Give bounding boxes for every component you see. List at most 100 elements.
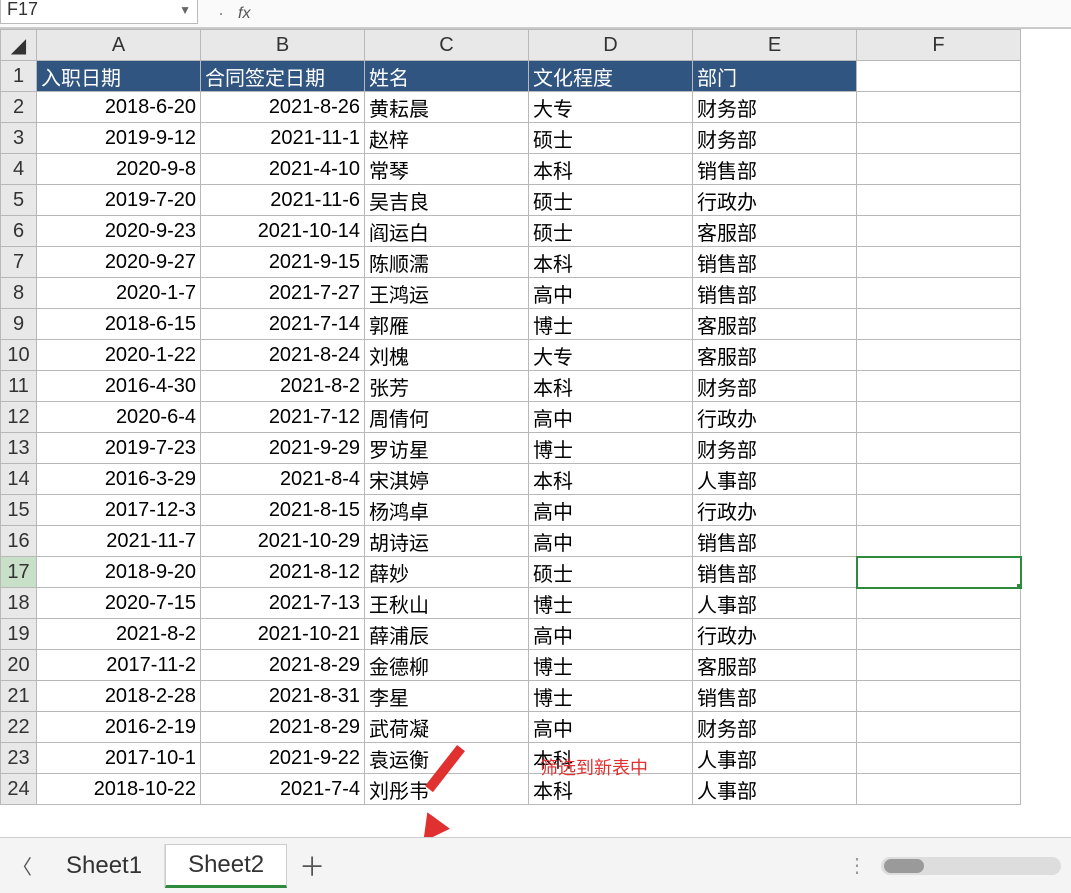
- cell[interactable]: 2021-10-14: [201, 216, 365, 247]
- header-cell[interactable]: 姓名: [365, 61, 529, 92]
- cell[interactable]: 高中: [529, 526, 693, 557]
- cell[interactable]: 2021-10-21: [201, 619, 365, 650]
- cell[interactable]: [857, 464, 1021, 495]
- cell[interactable]: [857, 154, 1021, 185]
- cell[interactable]: 博士: [529, 588, 693, 619]
- cell[interactable]: 2021-10-29: [201, 526, 365, 557]
- row-header[interactable]: 5: [1, 185, 37, 216]
- row-header[interactable]: 11: [1, 371, 37, 402]
- cell[interactable]: [857, 774, 1021, 805]
- col-header-F[interactable]: F: [857, 30, 1021, 61]
- table-row[interactable]: 92018-6-152021-7-14郭雁博士客服部: [1, 309, 1021, 340]
- table-row[interactable]: 52019-7-202021-11-6吴吉良硕士行政办: [1, 185, 1021, 216]
- cell[interactable]: 郭雁: [365, 309, 529, 340]
- cell[interactable]: 2016-4-30: [37, 371, 201, 402]
- cell[interactable]: 2017-12-3: [37, 495, 201, 526]
- cell[interactable]: 2016-2-19: [37, 712, 201, 743]
- cell[interactable]: 人事部: [693, 464, 857, 495]
- cell[interactable]: 大专: [529, 340, 693, 371]
- cell[interactable]: 2019-7-20: [37, 185, 201, 216]
- table-row[interactable]: 172018-9-202021-8-12薛妙硕士销售部: [1, 557, 1021, 588]
- cell[interactable]: 2021-8-4: [201, 464, 365, 495]
- cell[interactable]: 常琴: [365, 154, 529, 185]
- cell[interactable]: 财务部: [693, 371, 857, 402]
- cell[interactable]: 2021-4-10: [201, 154, 365, 185]
- row-header[interactable]: 18: [1, 588, 37, 619]
- cell[interactable]: 王鸿运: [365, 278, 529, 309]
- cell[interactable]: 金德柳: [365, 650, 529, 681]
- cell[interactable]: 高中: [529, 712, 693, 743]
- cell[interactable]: 销售部: [693, 526, 857, 557]
- cell[interactable]: [857, 216, 1021, 247]
- cell[interactable]: 本科: [529, 154, 693, 185]
- cell[interactable]: 高中: [529, 619, 693, 650]
- row-header[interactable]: 9: [1, 309, 37, 340]
- row-header[interactable]: 14: [1, 464, 37, 495]
- cell[interactable]: 刘槐: [365, 340, 529, 371]
- cell[interactable]: 宋淇婷: [365, 464, 529, 495]
- cell[interactable]: 2021-8-26: [201, 92, 365, 123]
- cell[interactable]: [857, 588, 1021, 619]
- cell[interactable]: 2021-9-15: [201, 247, 365, 278]
- cell[interactable]: [857, 278, 1021, 309]
- cell[interactable]: 2021-8-12: [201, 557, 365, 588]
- cell[interactable]: 陈顺濡: [365, 247, 529, 278]
- add-sheet-button[interactable]: ＋: [287, 847, 337, 884]
- cell[interactable]: 2021-11-1: [201, 123, 365, 154]
- sheet-tab-sheet2[interactable]: Sheet2: [165, 844, 287, 888]
- cell[interactable]: 2021-8-29: [201, 712, 365, 743]
- cell[interactable]: 2017-11-2: [37, 650, 201, 681]
- col-header-A[interactable]: A: [37, 30, 201, 61]
- cell[interactable]: 武荷凝: [365, 712, 529, 743]
- cell[interactable]: 行政办: [693, 495, 857, 526]
- cell[interactable]: 本科: [529, 247, 693, 278]
- cell[interactable]: 客服部: [693, 650, 857, 681]
- cell[interactable]: 硕士: [529, 216, 693, 247]
- row-header[interactable]: 4: [1, 154, 37, 185]
- cell[interactable]: 黄耘晨: [365, 92, 529, 123]
- cell[interactable]: 2018-10-22: [37, 774, 201, 805]
- cell[interactable]: 2020-7-15: [37, 588, 201, 619]
- cell[interactable]: 王秋山: [365, 588, 529, 619]
- row-header[interactable]: 19: [1, 619, 37, 650]
- table-row[interactable]: 42020-9-82021-4-10常琴本科销售部: [1, 154, 1021, 185]
- header-cell[interactable]: 合同签定日期: [201, 61, 365, 92]
- cell[interactable]: 2021-11-7: [37, 526, 201, 557]
- row-header[interactable]: 20: [1, 650, 37, 681]
- cell[interactable]: [857, 619, 1021, 650]
- cell[interactable]: 高中: [529, 402, 693, 433]
- cell[interactable]: 2018-2-28: [37, 681, 201, 712]
- table-row[interactable]: 152017-12-32021-8-15杨鸿卓高中行政办: [1, 495, 1021, 526]
- cell[interactable]: 2021-7-14: [201, 309, 365, 340]
- row-header[interactable]: 24: [1, 774, 37, 805]
- table-row[interactable]: 222016-2-192021-8-29武荷凝高中财务部: [1, 712, 1021, 743]
- cell[interactable]: 销售部: [693, 557, 857, 588]
- cell[interactable]: [857, 371, 1021, 402]
- cell[interactable]: 硕士: [529, 123, 693, 154]
- cell[interactable]: 赵梓: [365, 123, 529, 154]
- row-header[interactable]: 7: [1, 247, 37, 278]
- cell[interactable]: 张芳: [365, 371, 529, 402]
- cell[interactable]: [857, 681, 1021, 712]
- cell[interactable]: 2021-7-4: [201, 774, 365, 805]
- cell[interactable]: 薛妙: [365, 557, 529, 588]
- cell[interactable]: 周倩何: [365, 402, 529, 433]
- cell[interactable]: [857, 712, 1021, 743]
- name-box[interactable]: F17 ▼: [0, 0, 198, 24]
- table-row[interactable]: 32019-9-122021-11-1赵梓硕士财务部: [1, 123, 1021, 154]
- horizontal-scrollbar[interactable]: [881, 857, 1061, 875]
- cell[interactable]: 财务部: [693, 123, 857, 154]
- row-header[interactable]: 3: [1, 123, 37, 154]
- cell[interactable]: 2018-6-15: [37, 309, 201, 340]
- col-header-D[interactable]: D: [529, 30, 693, 61]
- cell[interactable]: 2021-8-15: [201, 495, 365, 526]
- col-header-E[interactable]: E: [693, 30, 857, 61]
- cell[interactable]: 客服部: [693, 340, 857, 371]
- cell[interactable]: 博士: [529, 433, 693, 464]
- table-row[interactable]: 112016-4-302021-8-2张芳本科财务部: [1, 371, 1021, 402]
- cell[interactable]: 刘彤韦: [365, 774, 529, 805]
- cell[interactable]: 2020-9-8: [37, 154, 201, 185]
- cell[interactable]: [857, 557, 1021, 588]
- cell[interactable]: 2017-10-1: [37, 743, 201, 774]
- cell[interactable]: [857, 340, 1021, 371]
